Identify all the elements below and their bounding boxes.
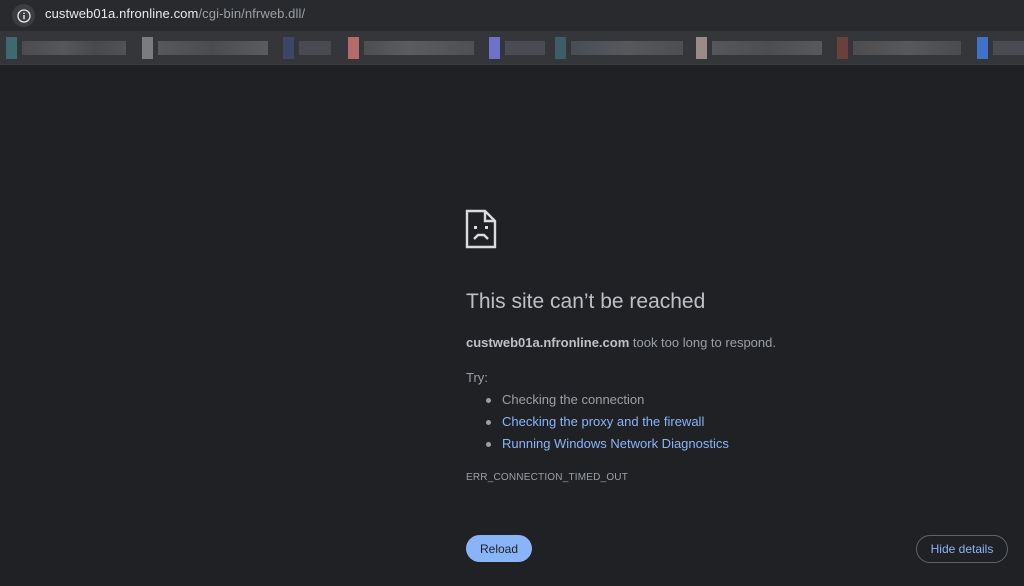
bookmark-favicon-icon xyxy=(348,37,359,59)
bookmark-favicon-icon xyxy=(977,37,988,59)
sad-document-icon xyxy=(465,209,497,249)
bookmark-item[interactable] xyxy=(142,37,270,59)
bookmark-item[interactable] xyxy=(283,37,333,59)
error-message-suffix: took too long to respond. xyxy=(629,335,776,350)
bookmark-item[interactable] xyxy=(348,37,476,59)
bookmark-label-blurred xyxy=(158,41,268,55)
bookmark-item[interactable] xyxy=(696,37,824,59)
bookmark-item[interactable] xyxy=(489,37,547,59)
suggestion-network-diagnostics: Running Windows Network Diagnostics xyxy=(486,434,729,456)
bookmark-favicon-icon xyxy=(283,37,294,59)
bookmark-favicon-icon xyxy=(489,37,500,59)
bookmark-item[interactable] xyxy=(977,37,1024,59)
check-proxy-link[interactable]: Checking the proxy and the firewall xyxy=(502,414,704,429)
bookmark-label-blurred xyxy=(364,41,474,55)
bookmark-label-blurred xyxy=(22,41,126,55)
error-message: custweb01a.nfronline.com took too long t… xyxy=(466,335,776,350)
try-label: Try: xyxy=(466,370,488,385)
bookmarks-bar xyxy=(0,31,1024,65)
bookmark-favicon-icon xyxy=(142,37,153,59)
bookmark-item[interactable] xyxy=(837,37,963,59)
bookmark-label-blurred xyxy=(712,41,822,55)
page-content xyxy=(0,65,1024,586)
bookmark-favicon-icon xyxy=(696,37,707,59)
hide-details-button[interactable]: Hide details xyxy=(916,535,1008,563)
bookmark-favicon-icon xyxy=(6,37,17,59)
error-title: This site can’t be reached xyxy=(466,290,706,313)
error-host: custweb01a.nfronline.com xyxy=(466,335,630,350)
bookmark-item[interactable] xyxy=(6,37,128,59)
address-bar: custweb01a.nfronline.com/cgi-bin/nfrweb.… xyxy=(0,0,1024,31)
bookmark-label-blurred xyxy=(299,41,331,55)
suggestion-check-proxy: Checking the proxy and the firewall xyxy=(486,412,729,434)
network-diagnostics-link[interactable]: Running Windows Network Diagnostics xyxy=(502,436,729,451)
suggestion-label: Checking the connection xyxy=(502,392,645,407)
omnibox[interactable]: custweb01a.nfronline.com/cgi-bin/nfrweb.… xyxy=(0,0,1024,31)
bookmark-favicon-icon xyxy=(837,37,848,59)
bookmark-item[interactable] xyxy=(555,37,685,59)
reload-button[interactable]: Reload xyxy=(466,535,532,562)
suggestions-list: Checking the connection Checking the pro… xyxy=(486,390,729,456)
bookmark-label-blurred xyxy=(505,41,545,55)
url-host: custweb01a.nfronline.com xyxy=(45,6,199,21)
url-path: /cgi-bin/nfrweb.dll/ xyxy=(198,6,306,21)
error-code: ERR_CONNECTION_TIMED_OUT xyxy=(466,472,629,483)
bookmark-label-blurred xyxy=(571,41,683,55)
bookmark-label-blurred xyxy=(993,41,1024,55)
bookmark-label-blurred xyxy=(853,41,961,55)
info-icon[interactable] xyxy=(12,4,35,27)
url-text[interactable]: custweb01a.nfronline.com/cgi-bin/nfrweb.… xyxy=(45,6,305,21)
suggestion-check-connection: Checking the connection xyxy=(486,390,729,412)
bookmark-favicon-icon xyxy=(555,37,566,59)
